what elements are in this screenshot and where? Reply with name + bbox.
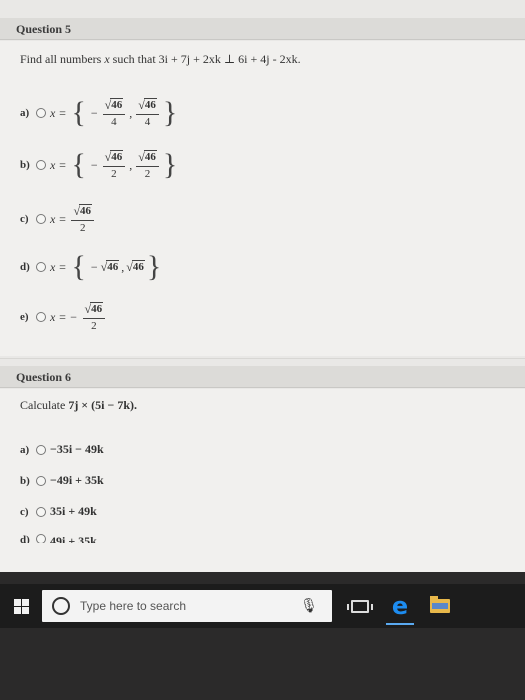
question-6-prompt: Calculate 7j × (5i − 7k). xyxy=(20,398,137,412)
q5-option-d[interactable]: d) x = { − √ 46 , √ 46 } xyxy=(20,252,163,282)
q5-option-c[interactable]: c) x = √ 46 2 xyxy=(20,204,96,234)
microphone-icon[interactable]: 🎙 xyxy=(294,598,324,614)
file-explorer-icon xyxy=(430,596,450,613)
q6-option-d-radio[interactable] xyxy=(36,534,46,543)
question-6-header: Question 6 xyxy=(0,366,525,388)
task-view-button[interactable] xyxy=(340,584,380,628)
section-divider xyxy=(0,358,525,359)
q6-option-b-radio[interactable] xyxy=(36,475,46,486)
question-5-prompt: Find all numbers x such that 3i + 7j + 2… xyxy=(20,52,301,66)
q5-option-c-radio[interactable] xyxy=(36,214,46,224)
taskbar: Type here to search 🎙 e xyxy=(0,584,525,628)
q6-option-a-radio[interactable] xyxy=(36,444,46,455)
edge-icon: e xyxy=(391,592,409,620)
q5-option-a-radio[interactable] xyxy=(36,108,46,118)
question-5-header: Question 5 xyxy=(0,18,525,40)
q5-option-b[interactable]: b) x = { − √ 46 2 , √ 46 2 } xyxy=(20,150,179,181)
open-brace: { xyxy=(71,96,86,129)
q6-option-d[interactable]: d) 49i + 35k xyxy=(20,534,97,543)
taskbar-search-box[interactable]: Type here to search 🎙 xyxy=(42,590,332,622)
search-placeholder: Type here to search xyxy=(80,599,187,613)
q5-option-d-radio[interactable] xyxy=(36,262,46,272)
task-view-icon xyxy=(347,599,373,613)
search-icon xyxy=(52,597,70,615)
q5-option-a[interactable]: a) x = { − √ 46 4 , √ 46 4 } xyxy=(20,96,179,129)
close-brace: } xyxy=(162,96,178,129)
q6-option-b[interactable]: b) −49i + 35k xyxy=(20,473,104,488)
edge-button[interactable]: e xyxy=(380,584,420,628)
q5-option-b-radio[interactable] xyxy=(36,160,46,170)
q5-option-e-radio[interactable] xyxy=(36,312,46,322)
q6-option-a[interactable]: a) −35i − 49k xyxy=(20,442,104,457)
q6-option-c[interactable]: c) 35i + 49k xyxy=(20,504,97,519)
active-indicator xyxy=(386,623,414,625)
start-button[interactable] xyxy=(0,584,42,628)
q5-option-e[interactable]: e) x = − √ 46 2 xyxy=(20,302,107,332)
file-explorer-button[interactable] xyxy=(420,584,460,628)
windows-icon xyxy=(13,598,29,614)
quiz-screen: Question 5 Find all numbers x such that … xyxy=(0,0,525,572)
q6-option-c-radio[interactable] xyxy=(36,506,46,517)
